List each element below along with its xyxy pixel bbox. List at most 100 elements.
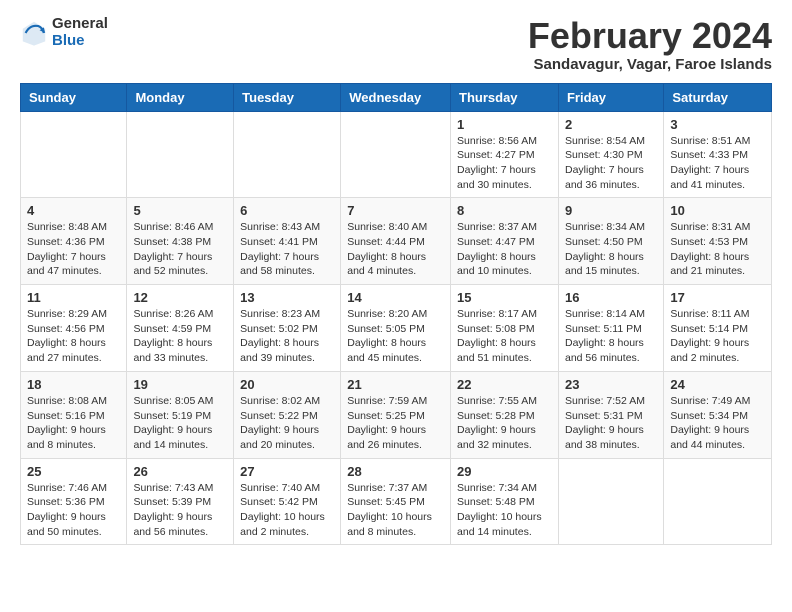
calendar-week-row: 25 Sunrise: 7:46 AM Sunset: 5:36 PM Dayli… <box>21 458 772 545</box>
calendar-cell: 3 Sunrise: 8:51 AM Sunset: 4:33 PM Daylig… <box>664 111 772 198</box>
day-number: 9 <box>565 203 657 218</box>
calendar-cell: 2 Sunrise: 8:54 AM Sunset: 4:30 PM Daylig… <box>558 111 663 198</box>
calendar-cell: 10Sunrise: 8:31 AM Sunset: 4:53 PM Dayli… <box>664 198 772 285</box>
calendar-day-header: Friday <box>558 83 663 111</box>
calendar-cell <box>234 111 341 198</box>
day-number: 29 <box>457 464 552 479</box>
day-info: Sunrise: 8:23 AM Sunset: 5:02 PM Dayligh… <box>240 307 334 366</box>
calendar-day-header: Saturday <box>664 83 772 111</box>
day-info: Sunrise: 7:46 AM Sunset: 5:36 PM Dayligh… <box>27 481 120 540</box>
calendar-cell: 19 Sunrise: 8:05 AM Sunset: 5:19 PM Dayli… <box>127 371 234 458</box>
calendar-cell: 7 Sunrise: 8:40 AM Sunset: 4:44 PM Daylig… <box>341 198 451 285</box>
day-number: 20 <box>240 377 334 392</box>
day-number: 15 <box>457 290 552 305</box>
calendar-cell: 6Sunrise: 8:43 AM Sunset: 4:41 PM Daylig… <box>234 198 341 285</box>
day-info: Sunrise: 8:56 AM Sunset: 4:27 PM Dayligh… <box>457 134 552 193</box>
month-title: February 2024 <box>528 16 772 56</box>
page: General Blue February 2024 Sandavagur, V… <box>0 0 792 555</box>
logo-icon <box>20 19 48 47</box>
day-number: 11 <box>27 290 120 305</box>
day-info: Sunrise: 8:20 AM Sunset: 5:05 PM Dayligh… <box>347 307 444 366</box>
day-info: Sunrise: 8:48 AM Sunset: 4:36 PM Dayligh… <box>27 220 120 279</box>
calendar-cell: 8 Sunrise: 8:37 AM Sunset: 4:47 PM Daylig… <box>451 198 559 285</box>
day-number: 19 <box>133 377 227 392</box>
calendar-day-header: Tuesday <box>234 83 341 111</box>
day-info: Sunrise: 8:05 AM Sunset: 5:19 PM Dayligh… <box>133 394 227 453</box>
day-info: Sunrise: 8:14 AM Sunset: 5:11 PM Dayligh… <box>565 307 657 366</box>
day-info: Sunrise: 8:26 AM Sunset: 4:59 PM Dayligh… <box>133 307 227 366</box>
day-number: 3 <box>670 117 765 132</box>
day-number: 28 <box>347 464 444 479</box>
calendar-cell: 18 Sunrise: 8:08 AM Sunset: 5:16 PM Dayli… <box>21 371 127 458</box>
calendar-cell <box>341 111 451 198</box>
calendar-day-header: Wednesday <box>341 83 451 111</box>
day-number: 14 <box>347 290 444 305</box>
calendar-cell: 28 Sunrise: 7:37 AM Sunset: 5:45 PM Dayli… <box>341 458 451 545</box>
calendar-cell <box>558 458 663 545</box>
day-info: Sunrise: 8:17 AM Sunset: 5:08 PM Dayligh… <box>457 307 552 366</box>
day-number: 25 <box>27 464 120 479</box>
day-info: Sunrise: 7:49 AM Sunset: 5:34 PM Dayligh… <box>670 394 765 453</box>
day-number: 8 <box>457 203 552 218</box>
calendar-week-row: 1Sunrise: 8:56 AM Sunset: 4:27 PM Daylig… <box>21 111 772 198</box>
calendar-cell: 21Sunrise: 7:59 AM Sunset: 5:25 PM Dayli… <box>341 371 451 458</box>
day-number: 7 <box>347 203 444 218</box>
logo-text: General Blue <box>52 16 108 49</box>
calendar-day-header: Monday <box>127 83 234 111</box>
day-info: Sunrise: 8:08 AM Sunset: 5:16 PM Dayligh… <box>27 394 120 453</box>
day-number: 18 <box>27 377 120 392</box>
location-subtitle: Sandavagur, Vagar, Faroe Islands <box>528 56 772 73</box>
calendar-cell: 17Sunrise: 8:11 AM Sunset: 5:14 PM Dayli… <box>664 285 772 372</box>
calendar-cell: 9 Sunrise: 8:34 AM Sunset: 4:50 PM Daylig… <box>558 198 663 285</box>
day-info: Sunrise: 8:02 AM Sunset: 5:22 PM Dayligh… <box>240 394 334 453</box>
day-number: 22 <box>457 377 552 392</box>
logo-blue-text: Blue <box>52 33 108 50</box>
calendar-cell: 11 Sunrise: 8:29 AM Sunset: 4:56 PM Dayli… <box>21 285 127 372</box>
day-number: 13 <box>240 290 334 305</box>
calendar-cell: 5Sunrise: 8:46 AM Sunset: 4:38 PM Daylig… <box>127 198 234 285</box>
header: General Blue February 2024 Sandavagur, V… <box>20 16 772 73</box>
calendar-cell: 22 Sunrise: 7:55 AM Sunset: 5:28 PM Dayli… <box>451 371 559 458</box>
calendar-cell <box>21 111 127 198</box>
day-number: 24 <box>670 377 765 392</box>
day-info: Sunrise: 8:54 AM Sunset: 4:30 PM Dayligh… <box>565 134 657 193</box>
day-info: Sunrise: 7:37 AM Sunset: 5:45 PM Dayligh… <box>347 481 444 540</box>
day-number: 2 <box>565 117 657 132</box>
calendar-table: SundayMondayTuesdayWednesdayThursdayFrid… <box>20 83 772 546</box>
calendar-cell: 1Sunrise: 8:56 AM Sunset: 4:27 PM Daylig… <box>451 111 559 198</box>
calendar-cell: 29 Sunrise: 7:34 AM Sunset: 5:48 PM Dayli… <box>451 458 559 545</box>
day-info: Sunrise: 8:46 AM Sunset: 4:38 PM Dayligh… <box>133 220 227 279</box>
calendar-cell: 25 Sunrise: 7:46 AM Sunset: 5:36 PM Dayli… <box>21 458 127 545</box>
day-number: 16 <box>565 290 657 305</box>
day-info: Sunrise: 7:40 AM Sunset: 5:42 PM Dayligh… <box>240 481 334 540</box>
day-info: Sunrise: 7:43 AM Sunset: 5:39 PM Dayligh… <box>133 481 227 540</box>
day-info: Sunrise: 8:51 AM Sunset: 4:33 PM Dayligh… <box>670 134 765 193</box>
day-info: Sunrise: 8:29 AM Sunset: 4:56 PM Dayligh… <box>27 307 120 366</box>
calendar-cell: 26 Sunrise: 7:43 AM Sunset: 5:39 PM Dayli… <box>127 458 234 545</box>
title-section: February 2024 Sandavagur, Vagar, Faroe I… <box>528 16 772 73</box>
day-number: 26 <box>133 464 227 479</box>
day-info: Sunrise: 8:40 AM Sunset: 4:44 PM Dayligh… <box>347 220 444 279</box>
day-number: 27 <box>240 464 334 479</box>
day-number: 6 <box>240 203 334 218</box>
calendar-cell: 16 Sunrise: 8:14 AM Sunset: 5:11 PM Dayli… <box>558 285 663 372</box>
calendar-cell <box>664 458 772 545</box>
calendar-header-row: SundayMondayTuesdayWednesdayThursdayFrid… <box>21 83 772 111</box>
day-info: Sunrise: 8:31 AM Sunset: 4:53 PM Dayligh… <box>670 220 765 279</box>
day-info: Sunrise: 7:55 AM Sunset: 5:28 PM Dayligh… <box>457 394 552 453</box>
calendar-cell: 23 Sunrise: 7:52 AM Sunset: 5:31 PM Dayli… <box>558 371 663 458</box>
day-number: 12 <box>133 290 227 305</box>
day-info: Sunrise: 8:37 AM Sunset: 4:47 PM Dayligh… <box>457 220 552 279</box>
calendar-week-row: 4Sunrise: 8:48 AM Sunset: 4:36 PM Daylig… <box>21 198 772 285</box>
calendar-cell: 12 Sunrise: 8:26 AM Sunset: 4:59 PM Dayli… <box>127 285 234 372</box>
calendar-cell: 14 Sunrise: 8:20 AM Sunset: 5:05 PM Dayli… <box>341 285 451 372</box>
day-info: Sunrise: 7:52 AM Sunset: 5:31 PM Dayligh… <box>565 394 657 453</box>
calendar-cell: 24 Sunrise: 7:49 AM Sunset: 5:34 PM Dayli… <box>664 371 772 458</box>
calendar-cell: 13 Sunrise: 8:23 AM Sunset: 5:02 PM Dayli… <box>234 285 341 372</box>
day-info: Sunrise: 7:34 AM Sunset: 5:48 PM Dayligh… <box>457 481 552 540</box>
calendar-cell: 27 Sunrise: 7:40 AM Sunset: 5:42 PM Dayli… <box>234 458 341 545</box>
calendar-cell: 4Sunrise: 8:48 AM Sunset: 4:36 PM Daylig… <box>21 198 127 285</box>
day-number: 23 <box>565 377 657 392</box>
day-info: Sunrise: 8:34 AM Sunset: 4:50 PM Dayligh… <box>565 220 657 279</box>
calendar-cell: 20 Sunrise: 8:02 AM Sunset: 5:22 PM Dayli… <box>234 371 341 458</box>
